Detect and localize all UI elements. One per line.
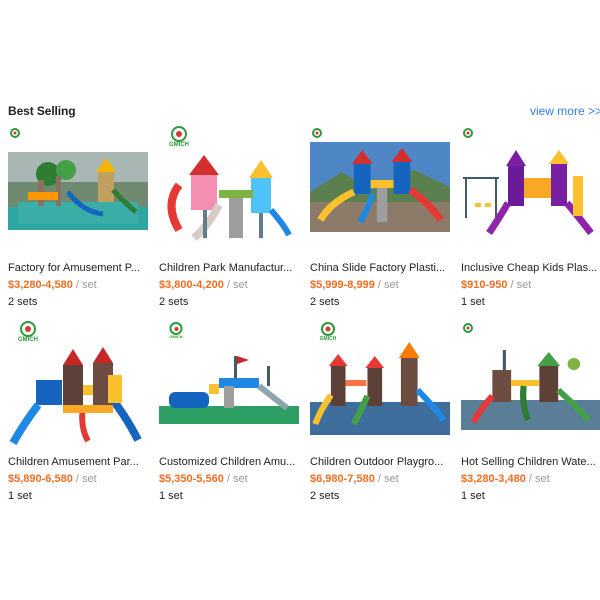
brand-logo-text: GMICH: [18, 337, 38, 343]
brand-logo-text: GMICH: [169, 334, 183, 339]
product-image[interactable]: [159, 150, 299, 245]
product-image[interactable]: [461, 148, 600, 240]
price-range: $5,350-5,560: [159, 473, 224, 485]
price-unit: / set: [223, 473, 248, 485]
price-unit: / set: [507, 279, 532, 291]
min-order-qty: 2 sets: [310, 296, 340, 308]
min-order-qty: 2 sets: [310, 490, 340, 502]
product-name[interactable]: Customized Children Amu...: [159, 456, 297, 468]
product-price: $5,350-5,560 / set: [159, 473, 248, 485]
brand-logo-icon: [312, 128, 322, 138]
price-range: $3,280-3,480: [461, 473, 526, 485]
price-range: $5,999-8,999: [310, 279, 375, 291]
product-price: $3,280-4,580 / set: [8, 279, 97, 291]
product-image[interactable]: [159, 348, 299, 424]
brand-logo-icon: [463, 323, 473, 333]
brand-logo-icon: [10, 128, 20, 138]
product-name[interactable]: Factory for Amusement P...: [8, 262, 146, 274]
min-order-qty: 1 set: [461, 490, 485, 502]
product-price: $3,280-3,480 / set: [461, 473, 550, 485]
product-name[interactable]: China Slide Factory Plasti...: [310, 262, 448, 274]
brand-logo-icon: GMICH: [12, 321, 44, 345]
min-order-qty: 1 set: [461, 296, 485, 308]
brand-logo-icon: GMICH: [163, 322, 189, 340]
product-image[interactable]: [8, 345, 148, 448]
price-unit: / set: [374, 279, 399, 291]
min-order-qty: 2 sets: [159, 296, 189, 308]
price-unit: / set: [374, 473, 399, 485]
price-unit: / set: [525, 473, 550, 485]
product-price: $3,800-4,200 / set: [159, 279, 248, 291]
best-selling-header: Best Selling view more >>: [8, 104, 600, 122]
product-image[interactable]: [461, 340, 600, 430]
price-unit: / set: [72, 473, 97, 485]
min-order-qty: 2 sets: [8, 296, 38, 308]
price-range: $3,800-4,200: [159, 279, 224, 291]
product-name[interactable]: Children Outdoor Playgro...: [310, 456, 448, 468]
product-name[interactable]: Hot Selling Children Wate...: [461, 456, 599, 468]
brand-logo-icon: GMICH: [163, 126, 195, 150]
view-more-link[interactable]: view more >>: [530, 104, 600, 118]
product-name[interactable]: Children Amusement Par...: [8, 456, 146, 468]
price-range: $3,280-4,580: [8, 279, 73, 291]
brand-logo-icon: [463, 128, 473, 138]
product-image[interactable]: [310, 142, 450, 232]
min-order-qty: 1 set: [159, 490, 183, 502]
section-title: Best Selling: [8, 104, 76, 118]
brand-logo-text: GMICH: [169, 142, 189, 148]
product-price: $5,890-6,580 / set: [8, 473, 97, 485]
product-name[interactable]: Children Park Manufactur...: [159, 262, 297, 274]
product-price: $5,999-8,999 / set: [310, 279, 399, 291]
product-image[interactable]: [310, 340, 450, 435]
min-order-qty: 1 set: [8, 490, 32, 502]
product-image[interactable]: [8, 152, 148, 230]
product-name[interactable]: Inclusive Cheap Kids Plas...: [461, 262, 599, 274]
product-price: $6,980-7,580 / set: [310, 473, 399, 485]
price-unit: / set: [72, 279, 97, 291]
product-price: $910-950 / set: [461, 279, 531, 291]
price-range: $910-950: [461, 279, 508, 291]
price-range: $5,890-6,580: [8, 473, 73, 485]
price-range: $6,980-7,580: [310, 473, 375, 485]
price-unit: / set: [223, 279, 248, 291]
